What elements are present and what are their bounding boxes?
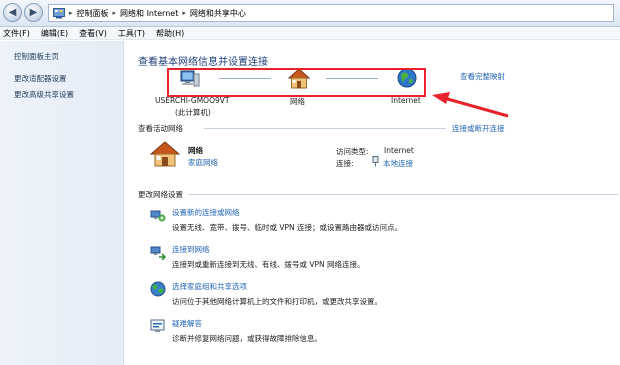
section-divider	[204, 128, 446, 129]
menu-edit[interactable]: 编辑(E)	[41, 28, 68, 39]
forward-arrow-icon[interactable]: ▶	[24, 3, 43, 22]
ethernet-icon	[372, 156, 379, 167]
change-settings-heading: 更改网络设置	[138, 190, 183, 199]
address-bar: ◀ ▶ ▸ 控制面板 ▸ 网络和 Internet ▸ 网络和共享中心	[0, 0, 620, 27]
computer-label: USERCHI-GMOO9VT	[155, 96, 230, 105]
sidebar: 控制面板主页 更改适配器设置 更改高级共享设置	[0, 41, 124, 365]
task-homegroup-desc: 访问位于其他网络计算机上的文件和打印机，或更改共享设置。	[172, 297, 382, 306]
new-connection-icon	[150, 210, 166, 222]
breadcrumb-control-panel[interactable]: 控制面板	[77, 8, 109, 19]
local-connection-link[interactable]: 本地连接	[383, 158, 413, 169]
task-troubleshoot-link[interactable]: 疑难解答	[172, 318, 202, 329]
connect-disconnect-link[interactable]: 连接或断开连接	[452, 123, 505, 134]
troubleshoot-icon	[150, 319, 165, 332]
section-divider	[188, 194, 618, 195]
access-type-label: 访问类型:	[336, 147, 369, 156]
network-type-link[interactable]: 家庭网络	[188, 157, 218, 168]
computer-sublabel: (此计算机)	[175, 108, 211, 117]
address-field[interactable]: ▸ 控制面板 ▸ 网络和 Internet ▸ 网络和共享中心	[48, 4, 614, 22]
sidebar-item-advanced-sharing[interactable]: 更改高级共享设置	[14, 89, 74, 100]
active-network-name: 网络	[188, 146, 203, 155]
access-type-value: Internet	[384, 146, 414, 155]
sidebar-item-control-panel-home[interactable]: 控制面板主页	[14, 51, 59, 62]
homegroup-icon	[150, 281, 166, 297]
breadcrumb-network-internet[interactable]: 网络和 Internet	[120, 8, 178, 19]
connections-label: 连接:	[336, 159, 354, 168]
task-new-connection-link[interactable]: 设置新的连接或网络	[172, 207, 240, 218]
menu-bar: 文件(F) 编辑(E) 查看(V) 工具(T) 帮助(H)	[0, 27, 620, 40]
breadcrumb-network-sharing-center[interactable]: 网络和共享中心	[190, 8, 246, 19]
network-label: 网络	[290, 97, 305, 106]
breadcrumb-separator: ▸	[112, 9, 117, 17]
menu-view[interactable]: 查看(V)	[79, 28, 107, 39]
menu-file[interactable]: 文件(F)	[3, 28, 30, 39]
internet-label: Internet	[391, 96, 421, 105]
sidebar-item-adapter-settings[interactable]: 更改适配器设置	[14, 73, 67, 84]
task-connect-network-desc: 连接到或重新连接到无线、有线、拨号或 VPN 网络连接。	[172, 260, 365, 269]
breadcrumb-separator: ▸	[69, 9, 73, 17]
back-arrow-icon[interactable]: ◀	[3, 3, 22, 22]
task-homegroup-link[interactable]: 选择家庭组和共享选项	[172, 281, 247, 292]
connect-network-icon	[150, 246, 166, 260]
menu-help[interactable]: 帮助(H)	[156, 28, 184, 39]
view-full-map-link[interactable]: 查看完整映射	[460, 71, 505, 82]
highlight-box	[167, 68, 426, 97]
task-connect-network-link[interactable]: 连接到网络	[172, 244, 210, 255]
menu-tools[interactable]: 工具(T)	[118, 28, 145, 39]
home-network-icon	[150, 141, 180, 167]
task-troubleshoot-desc: 诊断并修复网络问题，或获得故障排除信息。	[172, 334, 322, 343]
control-panel-icon	[53, 7, 65, 18]
breadcrumb-separator: ▸	[182, 9, 186, 17]
page-title: 查看基本网络信息并设置连接	[138, 57, 268, 68]
task-new-connection-desc: 设置无线、宽带、拨号、临时或 VPN 连接；或设置路由器或访问点。	[172, 223, 403, 232]
active-networks-heading: 查看活动网络	[138, 124, 183, 133]
red-arrow-annotation	[432, 92, 509, 118]
